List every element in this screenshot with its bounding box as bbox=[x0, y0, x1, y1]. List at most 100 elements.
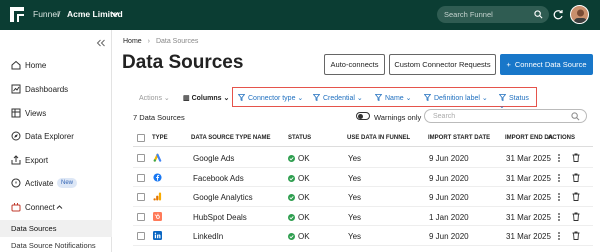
sidebar-item-dashboards[interactable]: Dashboards bbox=[0, 79, 112, 99]
collapse-sidebar-icon[interactable] bbox=[96, 39, 106, 47]
refresh-icon[interactable] bbox=[552, 9, 564, 21]
activate-icon bbox=[11, 178, 21, 188]
connect-data-source-label: Connect Data Source bbox=[514, 60, 587, 69]
column-header-type[interactable]: TYPE bbox=[152, 135, 168, 141]
filter-icon bbox=[424, 94, 431, 101]
connect-data-source-button[interactable]: + Connect Data Source bbox=[500, 54, 593, 75]
sidebar-item-label: Export bbox=[25, 156, 49, 165]
trash-icon[interactable] bbox=[572, 192, 580, 201]
row-status: OK bbox=[288, 193, 310, 202]
actions-dropdown[interactable]: Actions ⌄ bbox=[139, 94, 170, 102]
trash-icon[interactable] bbox=[572, 173, 580, 182]
trash-icon[interactable] bbox=[572, 231, 580, 240]
global-search-placeholder: Search Funnel bbox=[444, 10, 493, 19]
sidebar-item-label: Views bbox=[25, 109, 47, 118]
sidebar-item-views[interactable]: Views bbox=[0, 103, 112, 123]
filter-connector-type[interactable]: Connector type ⌄ bbox=[238, 94, 303, 102]
more-vertical-icon[interactable] bbox=[557, 192, 561, 202]
sidebar-subitem-data-source-notifications[interactable]: Data Source Notifications bbox=[0, 237, 112, 252]
funnel-logo-icon[interactable] bbox=[10, 7, 24, 22]
row-checkbox[interactable] bbox=[137, 193, 145, 201]
custom-connector-requests-button[interactable]: Custom Connector Requests bbox=[389, 54, 496, 75]
chevron-up-icon[interactable] bbox=[56, 204, 63, 210]
column-header-status[interactable]: STATUS bbox=[288, 135, 311, 141]
plus-icon: + bbox=[506, 60, 511, 69]
column-header-import-end[interactable]: IMPORT END DA bbox=[505, 135, 553, 141]
brand-link[interactable]: Funnel bbox=[33, 9, 59, 19]
more-vertical-icon[interactable] bbox=[557, 231, 561, 241]
row-end-date: 31 Mar 2025 bbox=[506, 154, 551, 163]
row-status: OK bbox=[288, 174, 310, 183]
filter-label: Status bbox=[509, 95, 529, 102]
check-circle-icon bbox=[288, 155, 295, 162]
sidebar-item-label: Activate bbox=[25, 179, 54, 188]
export-icon bbox=[11, 155, 21, 165]
sidebar-item-label: Data Explorer bbox=[25, 132, 74, 141]
row-status: OK bbox=[288, 232, 310, 241]
breadcrumb-home[interactable]: Home bbox=[123, 38, 142, 45]
columns-dropdown[interactable]: ▥ Columns ⌄ bbox=[183, 94, 229, 102]
column-header-use-data[interactable]: USE DATA IN FUNNEL bbox=[347, 135, 410, 141]
row-name[interactable]: Google Analytics bbox=[193, 193, 253, 202]
linkedin-icon bbox=[153, 231, 162, 240]
filter-name[interactable]: Name ⌄ bbox=[375, 94, 412, 102]
explorer-icon bbox=[11, 131, 21, 141]
select-all-checkbox[interactable] bbox=[137, 134, 145, 142]
row-checkbox[interactable] bbox=[137, 173, 145, 182]
column-header-name[interactable]: DATA SOURCE TYPE NAME bbox=[191, 135, 271, 141]
sidebar-item-home[interactable]: Home bbox=[0, 55, 112, 75]
trash-icon[interactable] bbox=[572, 212, 580, 221]
table-toolbar: Actions ⌄ ▥ Columns ⌄ Connector type ⌄ C… bbox=[123, 86, 593, 110]
table-row[interactable]: HubSpot Deals OK Yes 1 Jan 2020 31 Mar 2… bbox=[133, 207, 593, 226]
row-end-date: 31 Mar 2025 bbox=[506, 173, 551, 183]
sidebar-item-data-explorer[interactable]: Data Explorer bbox=[0, 126, 112, 146]
filter-credential[interactable]: Credential ⌄ bbox=[313, 94, 363, 102]
filter-label: Credential bbox=[323, 95, 355, 102]
row-name[interactable]: Google Ads bbox=[193, 154, 234, 163]
auto-connects-button[interactable]: Auto-connects bbox=[324, 54, 385, 75]
more-vertical-icon[interactable] bbox=[557, 173, 561, 183]
more-vertical-icon[interactable] bbox=[557, 153, 561, 163]
table-row[interactable]: Google Ads OK Yes 9 Jun 2020 31 Mar 2025 bbox=[133, 148, 593, 168]
sidebar-item-activate[interactable]: Activate New bbox=[0, 173, 112, 193]
table-row[interactable]: Facebook Ads OK Yes 9 Jun 2020 31 Mar 20… bbox=[133, 168, 593, 187]
row-end-date: 31 Mar 2025 bbox=[506, 193, 551, 202]
row-use-data: Yes bbox=[348, 193, 362, 202]
row-name[interactable]: Facebook Ads bbox=[193, 174, 244, 183]
chevron-down-icon[interactable] bbox=[111, 10, 119, 18]
sidebar-item-export[interactable]: Export bbox=[0, 150, 112, 170]
check-circle-icon bbox=[288, 213, 295, 221]
filter-icon bbox=[499, 94, 506, 101]
row-name[interactable]: HubSpot Deals bbox=[193, 213, 247, 222]
warnings-only-label: Warnings only bbox=[374, 113, 422, 122]
filter-status[interactable]: Status ⌄ bbox=[499, 94, 536, 110]
status-text: OK bbox=[298, 154, 310, 163]
table-search-input[interactable]: Search bbox=[424, 109, 587, 123]
row-start-date: 9 Jun 2020 bbox=[429, 232, 469, 241]
check-circle-icon bbox=[288, 233, 295, 240]
filter-definition-label[interactable]: Definition label ⌄ bbox=[424, 94, 488, 102]
user-avatar[interactable] bbox=[570, 5, 589, 24]
row-name[interactable]: LinkedIn bbox=[193, 232, 223, 241]
trash-icon[interactable] bbox=[572, 153, 580, 162]
row-status: OK bbox=[288, 213, 310, 222]
sidebar-item-connect[interactable]: Connect bbox=[0, 197, 112, 217]
chevron-down-icon: ⌄ bbox=[163, 95, 170, 102]
table-row[interactable]: LinkedIn OK Yes 9 Jun 2020 31 Mar 2025 bbox=[133, 226, 593, 246]
sidebar-subitem-data-sources[interactable]: Data Sources bbox=[0, 220, 112, 237]
sidebar-subitem-label: Data Sources bbox=[11, 224, 57, 233]
row-start-date: 1 Jan 2020 bbox=[429, 212, 469, 222]
breadcrumb-separator: / bbox=[58, 9, 61, 19]
warnings-only-toggle[interactable] bbox=[356, 112, 370, 120]
hubspot-icon bbox=[153, 211, 162, 221]
filter-icon bbox=[238, 94, 245, 101]
row-checkbox[interactable] bbox=[137, 232, 145, 240]
global-search[interactable]: Search Funnel bbox=[437, 6, 549, 23]
row-use-data: Yes bbox=[348, 232, 362, 241]
row-checkbox[interactable] bbox=[137, 212, 145, 221]
row-start-date: 9 Jun 2020 bbox=[429, 193, 469, 202]
more-vertical-icon[interactable] bbox=[557, 212, 561, 222]
row-checkbox[interactable] bbox=[137, 154, 145, 162]
column-header-import-start[interactable]: IMPORT START DATE bbox=[428, 135, 490, 141]
table-row[interactable]: Google Analytics OK Yes 9 Jun 2020 31 Ma… bbox=[133, 187, 593, 207]
